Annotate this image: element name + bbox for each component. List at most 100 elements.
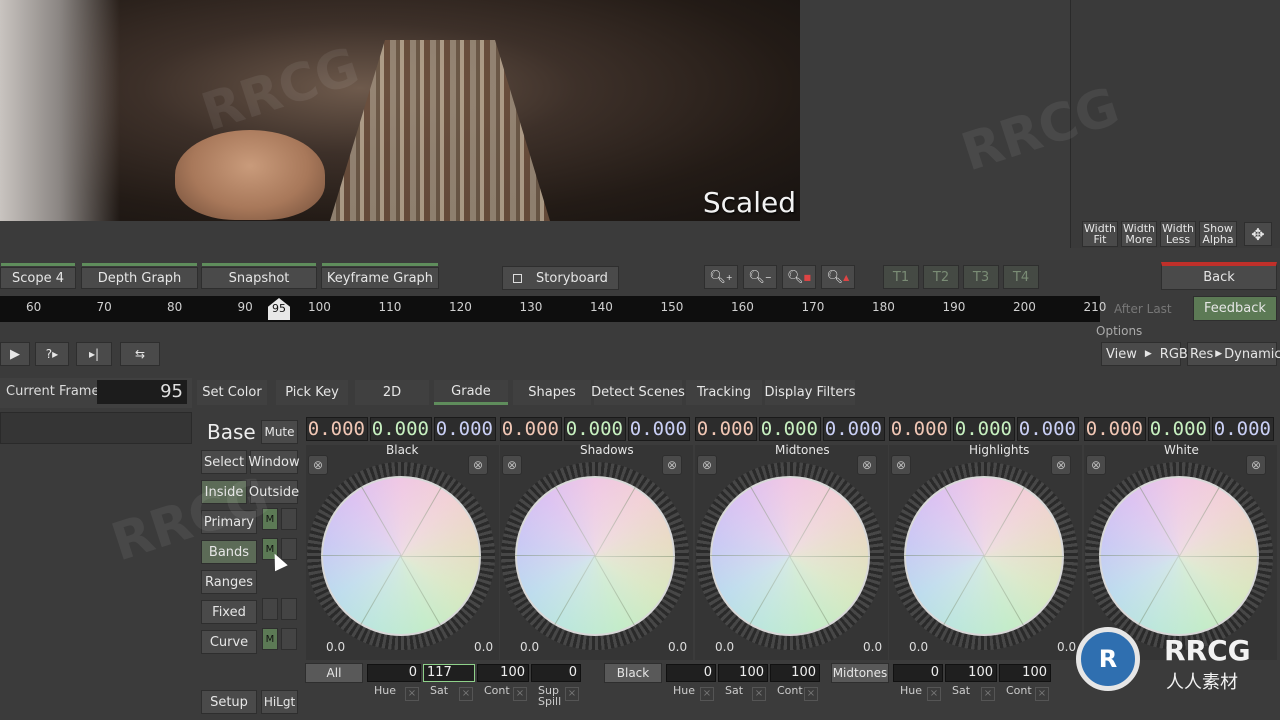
strip-reset-icon[interactable]: ×	[1035, 687, 1049, 701]
tab-pick-key[interactable]: Pick Key	[276, 380, 348, 405]
wheel-b-value-field[interactable]: 0.000	[1017, 417, 1079, 441]
hilgt-button[interactable]: HiLgt	[261, 690, 298, 714]
color-wheel[interactable]	[501, 462, 689, 650]
setup-button[interactable]: Setup	[201, 690, 257, 714]
primary-m-toggle[interactable]: M	[262, 508, 278, 530]
image-viewer[interactable]: Scaled	[0, 0, 800, 221]
color-wheel-disc[interactable]	[1099, 476, 1259, 636]
wheel-reset-right-icon[interactable]: ⊗	[468, 455, 488, 475]
ranges-button[interactable]: Ranges	[201, 570, 257, 594]
loop-icon[interactable]: ⇆	[120, 342, 160, 366]
zoom-out-icon[interactable]: 🔍︎ −	[743, 265, 777, 289]
window-button[interactable]: Window	[248, 450, 300, 474]
view-mode-button[interactable]: View ▶ RGB	[1101, 342, 1188, 366]
outside-button[interactable]: Outside	[249, 480, 299, 504]
strip-label-button[interactable]: All	[305, 663, 363, 683]
current-frame-field[interactable]: 95	[97, 380, 187, 404]
wheel-reset-right-icon[interactable]: ⊗	[1246, 455, 1266, 475]
zoom-reset-icon[interactable]: 🔍︎ ▲	[821, 265, 855, 289]
tab-tracking[interactable]: Tracking	[686, 380, 762, 405]
wheel-reset-left-icon[interactable]: ⊗	[1086, 455, 1106, 475]
strip-reset-icon[interactable]: ×	[752, 687, 766, 701]
inside-button[interactable]: Inside	[201, 480, 247, 504]
play-loop-icon[interactable]: ?▸	[35, 342, 69, 366]
tab-display-filters[interactable]: Display Filters	[764, 380, 856, 405]
color-wheel[interactable]	[696, 462, 884, 650]
zoom-in-icon[interactable]: 🔍︎ +	[704, 265, 738, 289]
feedback-button[interactable]: Feedback	[1193, 296, 1277, 321]
track-t2-button[interactable]: T2	[923, 265, 959, 289]
strip-reset-icon[interactable]: ×	[405, 687, 419, 701]
wheel-r-value-field[interactable]: 0.000	[889, 417, 951, 441]
strip-label-button[interactable]: Midtones	[831, 663, 889, 683]
strip-reset-icon[interactable]: ×	[804, 687, 818, 701]
color-wheel[interactable]	[307, 462, 495, 650]
width-fit-button[interactable]: Width Fit	[1082, 221, 1118, 247]
track-t4-button[interactable]: T4	[1003, 265, 1039, 289]
curve-extra-toggle[interactable]	[281, 628, 297, 650]
strip-value-field[interactable]: 0	[367, 664, 421, 682]
tab-detect-scenes[interactable]: Detect Scenes	[591, 380, 685, 405]
strip-label-button[interactable]: Black	[604, 663, 662, 683]
wheel-g-value-field[interactable]: 0.000	[1148, 417, 1210, 441]
wheel-reset-right-icon[interactable]: ⊗	[662, 455, 682, 475]
wheel-reset-left-icon[interactable]: ⊗	[891, 455, 911, 475]
move-icon[interactable]: ✥	[1244, 222, 1272, 246]
wheel-reset-left-icon[interactable]: ⊗	[697, 455, 717, 475]
wheel-reset-right-icon[interactable]: ⊗	[857, 455, 877, 475]
strip-reset-icon[interactable]: ×	[981, 687, 995, 701]
strip-reset-icon[interactable]: ×	[513, 687, 527, 701]
track-t1-button[interactable]: T1	[883, 265, 919, 289]
strip-value-field[interactable]: 0	[666, 664, 716, 682]
fixed-m-toggle[interactable]	[262, 598, 278, 620]
mute-button[interactable]: Mute	[261, 420, 298, 444]
primary-button[interactable]: Primary	[201, 510, 257, 534]
curve-button[interactable]: Curve	[201, 630, 257, 654]
bands-button[interactable]: Bands	[201, 540, 257, 564]
zoom-fit-icon[interactable]: 🔍︎ ■	[782, 265, 816, 289]
wheel-g-value-field[interactable]: 0.000	[759, 417, 821, 441]
step-forward-icon[interactable]: ▸|	[76, 342, 112, 366]
wheel-r-value-field[interactable]: 0.000	[1084, 417, 1146, 441]
track-t3-button[interactable]: T3	[963, 265, 999, 289]
wheel-b-value-field[interactable]: 0.000	[1212, 417, 1274, 441]
wheel-reset-left-icon[interactable]: ⊗	[308, 455, 328, 475]
strip-value-field[interactable]: 100	[999, 664, 1051, 682]
tab-scope-4[interactable]: Scope 4	[0, 263, 76, 289]
color-wheel-disc[interactable]	[515, 476, 675, 636]
strip-reset-icon[interactable]: ×	[700, 687, 714, 701]
tab-set-color[interactable]: Set Color	[197, 380, 267, 405]
strip-value-field[interactable]: 117	[423, 664, 475, 682]
select-button[interactable]: Select	[201, 450, 247, 474]
wheel-b-value-field[interactable]: 0.000	[823, 417, 885, 441]
wheel-b-value-field[interactable]: 0.000	[628, 417, 690, 441]
curve-m-toggle[interactable]: M	[262, 628, 278, 650]
strip-reset-icon[interactable]: ×	[927, 687, 941, 701]
color-wheel[interactable]	[1085, 462, 1273, 650]
wheel-r-value-field[interactable]: 0.000	[306, 417, 368, 441]
resolution-button[interactable]: Res ▶ Dynamic	[1187, 342, 1280, 366]
tab-depth-graph[interactable]: Depth Graph	[81, 263, 198, 289]
wheel-reset-left-icon[interactable]: ⊗	[502, 455, 522, 475]
color-wheel[interactable]	[890, 462, 1078, 650]
color-wheel-disc[interactable]	[710, 476, 870, 636]
wheel-g-value-field[interactable]: 0.000	[370, 417, 432, 441]
width-less-button[interactable]: Width Less	[1160, 221, 1196, 247]
storyboard-button[interactable]: Storyboard	[502, 266, 619, 290]
strip-value-field[interactable]: 100	[477, 664, 529, 682]
strip-value-field[interactable]: 100	[770, 664, 820, 682]
strip-value-field[interactable]: 100	[718, 664, 768, 682]
tab-shapes[interactable]: Shapes	[513, 380, 591, 405]
color-wheel-disc[interactable]	[904, 476, 1064, 636]
primary-extra-toggle[interactable]	[281, 508, 297, 530]
strip-value-field[interactable]: 0	[531, 664, 581, 682]
show-alpha-button[interactable]: Show Alpha	[1199, 221, 1237, 247]
tab-snapshot[interactable]: Snapshot	[201, 263, 317, 289]
fixed-extra-toggle[interactable]	[281, 598, 297, 620]
strip-reset-icon[interactable]: ×	[459, 687, 473, 701]
wheel-reset-right-icon[interactable]: ⊗	[1051, 455, 1071, 475]
strip-value-field[interactable]: 0	[893, 664, 943, 682]
color-wheel-disc[interactable]	[321, 476, 481, 636]
wheel-b-value-field[interactable]: 0.000	[434, 417, 496, 441]
wheel-g-value-field[interactable]: 0.000	[564, 417, 626, 441]
